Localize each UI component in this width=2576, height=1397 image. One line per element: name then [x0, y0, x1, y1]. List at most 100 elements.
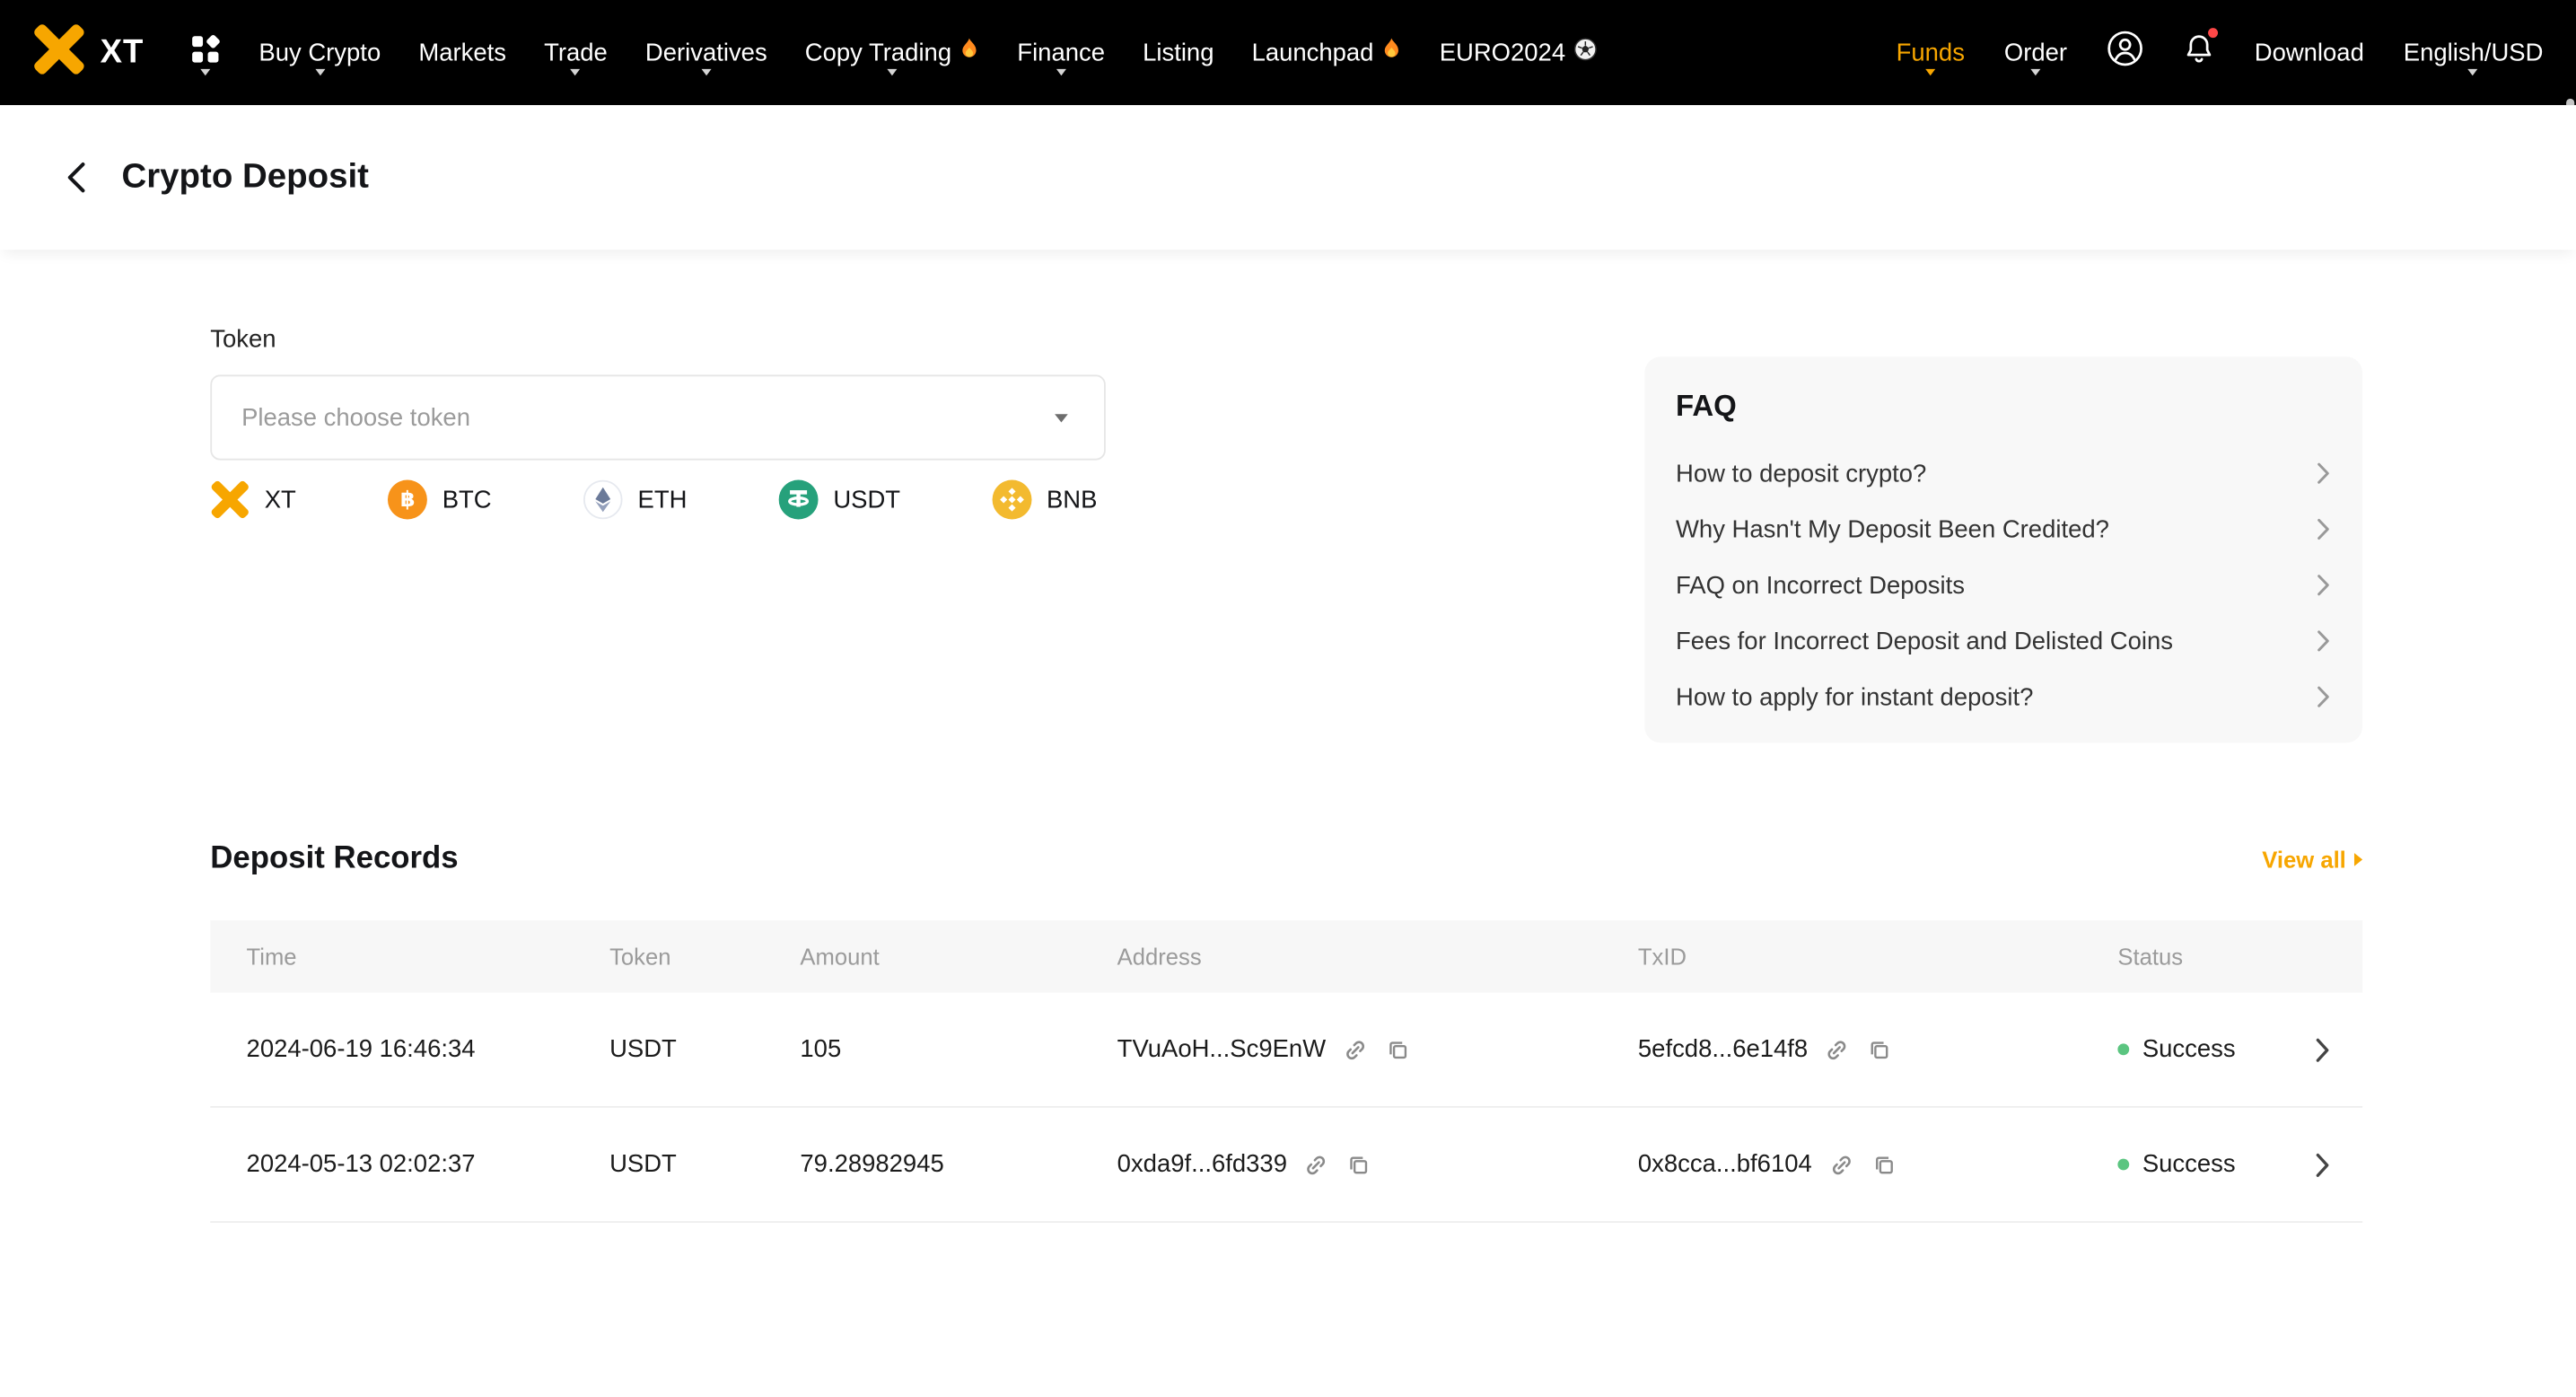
- token-option-label: BNB: [1047, 486, 1097, 514]
- link-icon[interactable]: [1303, 1151, 1329, 1177]
- token-option-eth[interactable]: ETH: [583, 480, 687, 520]
- notifications-button[interactable]: [2184, 32, 2215, 74]
- token-option-xt[interactable]: XT: [210, 480, 295, 520]
- token-option-label: ETH: [638, 486, 688, 514]
- nav-item-markets[interactable]: Markets: [418, 39, 506, 66]
- cell-token: USDT: [609, 1150, 800, 1178]
- chevron-down-icon: [2468, 69, 2478, 75]
- chevron-right-icon: [2317, 574, 2330, 597]
- link-icon[interactable]: [1828, 1151, 1854, 1177]
- status-badge: Success: [2117, 1035, 2235, 1063]
- bnb-coin-icon: [993, 480, 1032, 520]
- nav-label: Copy Trading: [805, 39, 951, 66]
- back-button[interactable]: [66, 161, 85, 194]
- token-select[interactable]: Please choose token: [210, 374, 1106, 460]
- cell-time: 2024-06-19 16:46:34: [210, 1035, 609, 1063]
- fire-icon: [1382, 38, 1402, 67]
- faq-item-incorrect-deposits[interactable]: FAQ on Incorrect Deposits: [1676, 558, 2329, 613]
- nav-label: Derivatives: [645, 39, 767, 66]
- faq-item-label: How to deposit crypto?: [1676, 460, 1926, 488]
- chevron-down-icon: [2030, 69, 2040, 75]
- user-menu: Funds Order: [1897, 30, 2544, 75]
- nav-label: Order: [2004, 39, 2067, 66]
- deposit-form: Token Please choose token: [210, 325, 1106, 519]
- copy-icon[interactable]: [1871, 1151, 1897, 1177]
- token-option-bnb[interactable]: BNB: [993, 480, 1098, 520]
- deposit-records-section: Deposit Records View all Time Token Amou…: [210, 841, 2362, 1223]
- apps-grid-button[interactable]: [190, 34, 220, 72]
- nav-label: Finance: [1017, 39, 1105, 66]
- xt-logo-text: XT: [101, 34, 145, 72]
- nav-item-order[interactable]: Order: [2004, 39, 2067, 66]
- nav-label: Markets: [418, 39, 506, 66]
- copy-icon[interactable]: [1385, 1036, 1411, 1062]
- nav-item-listing[interactable]: Listing: [1143, 39, 1214, 66]
- chevron-down-icon: [701, 69, 711, 75]
- faq-item-fees-delisted[interactable]: Fees for Incorrect Deposit and Delisted …: [1676, 613, 2329, 669]
- faq-panel: FAQ How to deposit crypto? Why Hasn't My…: [1644, 356, 2362, 742]
- faq-item-not-credited[interactable]: Why Hasn't My Deposit Been Credited?: [1676, 501, 2329, 557]
- table-row[interactable]: 2024-05-13 02:02:37 USDT 79.28982945 0xd…: [210, 1108, 2362, 1223]
- xt-logo-icon: [33, 22, 86, 83]
- xt-coin-icon: [210, 480, 250, 520]
- faq-item-label: Fees for Incorrect Deposit and Delisted …: [1676, 627, 2173, 655]
- chevron-right-icon: [2317, 518, 2330, 541]
- token-field-label: Token: [210, 325, 1106, 353]
- nav-item-finance[interactable]: Finance: [1017, 39, 1105, 66]
- row-chevron-icon[interactable]: [2315, 1151, 2329, 1177]
- row-chevron-icon[interactable]: [2315, 1036, 2329, 1062]
- cell-txid: 0x8cca...bf6104: [1638, 1150, 2117, 1178]
- nav-item-download[interactable]: Download: [2255, 39, 2364, 66]
- xt-logo[interactable]: XT: [33, 22, 145, 83]
- chevron-down-icon: [200, 69, 210, 75]
- notification-dot: [2208, 27, 2218, 37]
- address-text: TVuAoH...Sc9EnW: [1117, 1035, 1326, 1063]
- nav-item-buy-crypto[interactable]: Buy Crypto: [258, 39, 381, 66]
- nav-item-trade[interactable]: Trade: [544, 39, 608, 66]
- chevron-down-icon: [1055, 413, 1068, 421]
- nav-item-language-currency[interactable]: English/USD: [2404, 39, 2544, 66]
- fire-icon: [959, 38, 979, 67]
- user-profile-icon: [2107, 30, 2144, 75]
- column-header-txid: TxID: [1638, 944, 2117, 970]
- main-content: Token Please choose token: [0, 250, 2576, 1288]
- nav-item-funds[interactable]: Funds: [1897, 39, 1965, 66]
- faq-item-how-to-deposit[interactable]: How to deposit crypto?: [1676, 445, 2329, 501]
- link-icon[interactable]: [1342, 1036, 1368, 1062]
- soccer-ball-icon: [1573, 38, 1597, 67]
- status-dot: [2117, 1159, 2129, 1171]
- main-menu: Buy Crypto Markets Trade Derivatives Cop…: [258, 38, 1596, 67]
- nav-item-derivatives[interactable]: Derivatives: [645, 39, 767, 66]
- table-row[interactable]: 2024-06-19 16:46:34 USDT 105 TVuAoH...Sc…: [210, 993, 2362, 1108]
- token-option-btc[interactable]: ฿ BTC: [388, 480, 491, 520]
- cell-address: 0xda9f...6fd339: [1117, 1150, 1638, 1178]
- copy-icon[interactable]: [1867, 1036, 1893, 1062]
- cell-amount: 79.28982945: [800, 1150, 1117, 1178]
- bell-icon: [2184, 32, 2215, 74]
- nav-label: Trade: [544, 39, 608, 66]
- cell-txid: 5efcd8...6e14f8: [1638, 1035, 2117, 1063]
- status-text: Success: [2142, 1035, 2236, 1063]
- token-option-usdt[interactable]: USDT: [779, 480, 900, 520]
- nav-item-euro2024[interactable]: EURO2024: [1440, 38, 1597, 67]
- chevron-left-icon: [66, 161, 85, 194]
- status-badge: Success: [2117, 1150, 2235, 1178]
- table-header-row: Time Token Amount Address TxID Status: [210, 920, 2362, 993]
- page-title: Crypto Deposit: [121, 158, 369, 198]
- account-button[interactable]: [2107, 30, 2144, 75]
- nav-item-copy-trading[interactable]: Copy Trading: [805, 38, 979, 67]
- column-header-time: Time: [210, 944, 609, 970]
- btc-coin-icon: ฿: [388, 480, 427, 520]
- nav-label: EURO2024: [1440, 39, 1565, 66]
- view-all-link[interactable]: View all: [2262, 847, 2362, 873]
- chevron-down-icon: [888, 69, 898, 75]
- faq-item-instant-deposit[interactable]: How to apply for instant deposit?: [1676, 669, 2329, 725]
- chevron-right-icon: [2317, 629, 2330, 653]
- top-navbar: XT Buy Crypto Markets Trade: [0, 0, 2576, 105]
- quick-token-list: XT ฿ BTC ETH: [210, 480, 1106, 520]
- eth-coin-icon: [583, 480, 623, 520]
- copy-icon[interactable]: [1346, 1151, 1372, 1177]
- nav-label: Funds: [1897, 39, 1965, 66]
- nav-item-launchpad[interactable]: Launchpad: [1252, 38, 1402, 67]
- link-icon[interactable]: [1825, 1036, 1851, 1062]
